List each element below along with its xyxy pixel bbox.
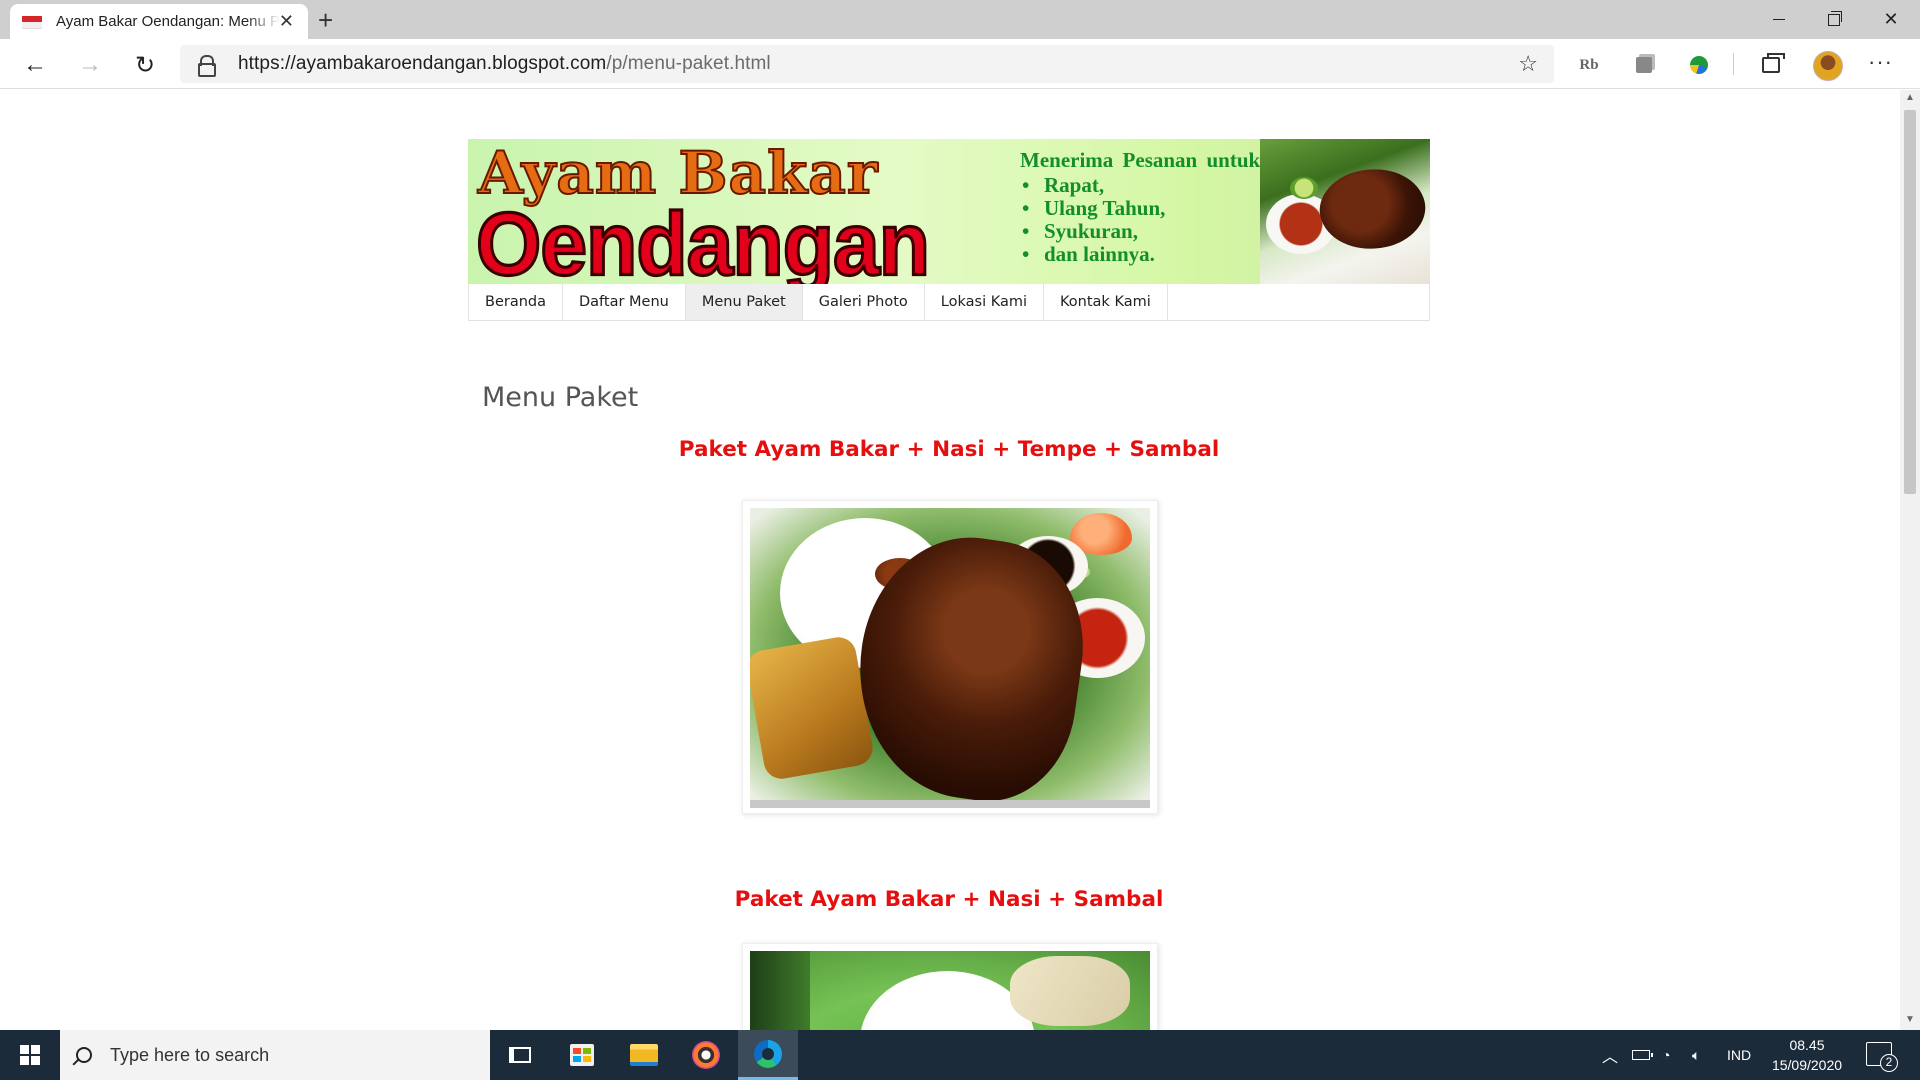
package-title: Paket Ayam Bakar + Nasi + Sambal — [734, 887, 1164, 912]
photo-caption-bar — [750, 800, 1150, 808]
volume-icon[interactable]: 🔈︎ — [1692, 1030, 1700, 1080]
search-icon — [76, 1047, 92, 1063]
browser-toolbar: ← → ↻ https://ayambakaroendangan.blogspo… — [0, 39, 1920, 89]
windows-logo-icon — [20, 1045, 40, 1065]
file-explorer-app[interactable] — [614, 1030, 674, 1080]
tab-title: Ayam Bakar Oendangan: Menu Paket — [56, 13, 280, 30]
taskbar-clock[interactable]: 08.45 15/09/2020 — [1768, 1035, 1846, 1075]
reader-extension-icon[interactable]: Rb — [1575, 51, 1603, 79]
logo-oendangan: Oendangan — [474, 192, 931, 284]
package-title: Paket Ayam Bakar + Nasi + Tempe + Sambal — [678, 437, 1220, 462]
order-item: Rapat, — [1022, 174, 1267, 198]
start-button[interactable] — [0, 1030, 60, 1080]
media-player-icon — [692, 1041, 720, 1069]
more-menu-icon[interactable]: ··· — [1868, 49, 1893, 75]
browser-tab-active[interactable]: Ayam Bakar Oendangan: Menu Paket ✕ — [10, 4, 308, 39]
reload-icon: ↻ — [134, 51, 156, 79]
nav-item-galeri-photo[interactable]: Galeri Photo — [803, 284, 925, 320]
url-host: https://ayambakaroendangan.blogspot.com — [238, 53, 607, 74]
back-button[interactable]: ← — [17, 47, 53, 83]
site-header-banner[interactable]: Ayam Bakar Oendangan Menerima Pesanan un… — [468, 139, 1430, 284]
scrollbar-thumb[interactable] — [1904, 110, 1916, 494]
windows-taskbar: Type here to search ︿ ◔ 🔈︎ IND 08.45 15/… — [0, 1030, 1920, 1080]
nav-item-beranda[interactable]: Beranda — [469, 284, 563, 320]
close-icon: ✕ — [1883, 9, 1899, 29]
tray-chevron-icon[interactable]: ︿ — [1602, 1030, 1618, 1080]
folder-icon — [630, 1044, 658, 1066]
extension-shape — [1636, 57, 1652, 73]
url-path: /p/menu-paket.html — [606, 53, 771, 74]
profile-avatar[interactable] — [1813, 51, 1843, 81]
browser-titlebar: Ayam Bakar Oendangan: Menu Paket ✕ + ✕ — [0, 0, 1920, 39]
nav-item-menu-paket[interactable]: Menu Paket — [685, 284, 803, 320]
grilled-chicken — [1312, 158, 1430, 260]
search-placeholder: Type here to search — [110, 1044, 270, 1065]
toolbar-separator — [1733, 53, 1734, 75]
site-navbar: Beranda Daftar Menu Menu Paket Galeri Ph… — [468, 284, 1430, 321]
tab-close-icon[interactable]: ✕ — [279, 11, 294, 32]
forward-button[interactable]: → — [72, 47, 108, 83]
order-info: Menerima Pesanan untuk: Rapat, Ulang Tah… — [1020, 148, 1268, 267]
order-item: Syukuran, — [1022, 220, 1267, 244]
flag-favicon-icon — [22, 15, 42, 29]
new-tab-button[interactable]: + — [318, 5, 333, 36]
favorite-star-icon[interactable]: ☆ — [1518, 51, 1538, 77]
order-heading: Menerima Pesanan untuk: — [1020, 148, 1268, 172]
language-indicator[interactable]: IND — [1727, 1030, 1751, 1080]
globe-extension-icon[interactable] — [1685, 51, 1713, 79]
arrow-left-icon: ← — [23, 51, 47, 78]
arrow-right-icon: → — [78, 51, 102, 78]
address-bar[interactable]: https://ayambakaroendangan.blogspot.com/… — [180, 45, 1554, 83]
edge-icon — [754, 1039, 782, 1068]
page-title: Menu Paket — [482, 382, 639, 413]
clock-date: 15/09/2020 — [1771, 1057, 1843, 1073]
task-view-button[interactable] — [490, 1030, 550, 1080]
clock-time: 08.45 — [1789, 1037, 1825, 1053]
photo-shadow — [750, 951, 810, 1030]
nav-item-lokasi-kami[interactable]: Lokasi Kami — [925, 284, 1045, 320]
minimize-icon — [1773, 19, 1785, 20]
task-view-icon — [509, 1047, 531, 1063]
taskbar-search[interactable]: Type here to search — [60, 1030, 490, 1080]
nav-item-daftar-menu[interactable]: Daftar Menu — [563, 284, 686, 320]
crackers — [1010, 956, 1130, 1026]
store-app[interactable] — [552, 1030, 612, 1080]
rice — [860, 971, 1035, 1030]
lime-slice — [1290, 177, 1318, 199]
order-item: Ulang Tahun, — [1022, 197, 1267, 221]
notification-count-badge: 2 — [1880, 1054, 1898, 1072]
lock-icon[interactable] — [198, 55, 216, 77]
edge-app[interactable] — [738, 1030, 798, 1080]
tempe — [750, 634, 876, 782]
page-viewport: Ayam Bakar Oendangan Menerima Pesanan un… — [0, 90, 1900, 1030]
scroll-down-icon[interactable]: ▼ — [1905, 1014, 1915, 1025]
battery-shape — [1632, 1050, 1653, 1060]
order-item: dan lainnya. — [1022, 243, 1267, 267]
window-restore-button[interactable] — [1805, 0, 1863, 39]
reload-button[interactable]: ↻ — [127, 47, 163, 83]
wifi-icon[interactable]: ◔ — [1662, 1030, 1670, 1080]
collections-icon[interactable] — [1757, 51, 1785, 79]
collections-shape — [1762, 53, 1785, 73]
package-photo-frame[interactable] — [742, 500, 1158, 814]
nav-item-kontak-kami[interactable]: Kontak Kami — [1044, 284, 1168, 320]
package-photo-ayam-nasi-tempe[interactable] — [750, 508, 1150, 808]
store-icon — [570, 1044, 594, 1066]
restore-icon — [1828, 10, 1842, 26]
package-photo-ayam-nasi-sambal[interactable] — [750, 951, 1150, 1030]
package-photo-frame[interactable] — [742, 943, 1158, 1030]
order-list: Rapat, Ulang Tahun, Syukuran, dan lainny… — [1020, 174, 1267, 267]
globe-shape — [1690, 56, 1708, 74]
window-close-button[interactable]: ✕ — [1862, 0, 1920, 39]
banner-chicken-photo — [1260, 139, 1430, 284]
window-minimize-button[interactable] — [1750, 0, 1808, 39]
scroll-up-icon[interactable]: ▲ — [1905, 92, 1915, 103]
extension-icon[interactable] — [1630, 51, 1658, 79]
battery-icon[interactable] — [1632, 1030, 1653, 1080]
media-app[interactable] — [676, 1030, 736, 1080]
url-text[interactable]: https://ayambakaroendangan.blogspot.com/… — [238, 53, 771, 75]
